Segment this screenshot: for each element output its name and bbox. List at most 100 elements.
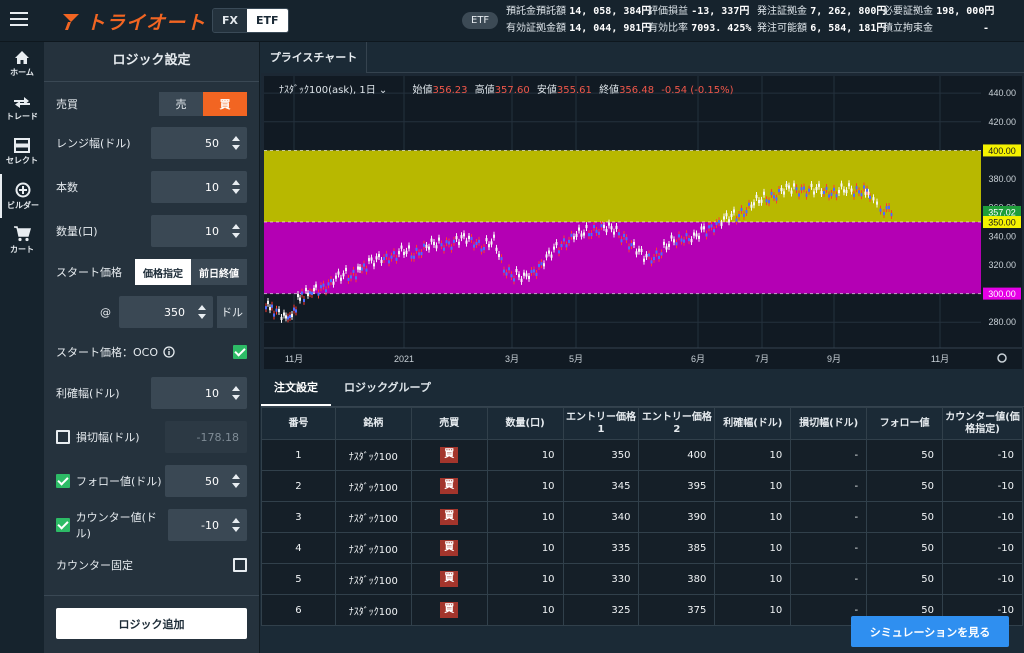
candle-body <box>307 292 309 297</box>
candle-body <box>280 316 283 321</box>
chart-svg[interactable]: 440.00420.00380.00360.00340.00320.00280.… <box>264 76 1022 369</box>
table-cell: 345 <box>562 470 640 502</box>
candle-body <box>813 191 815 195</box>
counter-stepper[interactable]: -10 <box>168 509 247 541</box>
candle-body <box>425 244 428 248</box>
candle-body <box>508 267 510 271</box>
candle-body <box>768 200 770 204</box>
candle-body <box>415 247 418 251</box>
info-icon[interactable] <box>163 346 175 358</box>
col-header[interactable]: カウンター値(価格指定) <box>942 407 1023 440</box>
stepper-arrows-icon[interactable] <box>225 134 247 152</box>
buy-badge: 買 <box>440 447 459 463</box>
range-stepper[interactable]: 50 <box>151 127 247 159</box>
sell-button[interactable]: 売 <box>159 92 203 116</box>
follow-value[interactable]: 50 <box>205 475 225 488</box>
tab-logic-group[interactable]: ロジックグループ <box>331 369 444 406</box>
tab-etf[interactable]: ETF <box>247 9 288 32</box>
chart-symbol[interactable]: ﾅｽﾀﾞｯｸ100(ask), 1日 <box>279 85 376 96</box>
col-header[interactable]: エントリー価格1 <box>562 407 640 440</box>
nav-trade[interactable]: トレード <box>0 86 44 130</box>
start-price-value[interactable]: 350 <box>164 306 191 319</box>
start-prev-close-button[interactable]: 前日終値 <box>191 259 247 285</box>
nav-builder[interactable]: ビルダー <box>0 174 44 218</box>
account-label: 積立拘束金 <box>883 23 933 34</box>
low-label: 安値 <box>536 85 557 96</box>
menu-icon[interactable] <box>10 12 28 28</box>
oco-label: スタート価格：OCO <box>56 346 158 359</box>
candle-body <box>505 272 508 276</box>
tab-price-chart[interactable]: プライスチャート <box>261 42 367 73</box>
start-fixed-price-button[interactable]: 価格指定 <box>135 259 191 285</box>
candle-body <box>450 246 453 250</box>
tp-value[interactable]: 10 <box>205 387 225 400</box>
tp-stepper[interactable]: 10 <box>151 377 247 409</box>
nav-cart[interactable]: カート <box>0 218 44 262</box>
candle-body <box>278 308 280 313</box>
col-header[interactable]: 数量(口) <box>486 407 564 440</box>
qty-stepper[interactable]: 10 <box>151 215 247 247</box>
counter-fix-row: カウンター固定 <box>56 555 247 575</box>
account-value: 14, 044, 981円 <box>569 23 652 34</box>
table-cell: ﾅｽﾀﾞｯｸ100 <box>334 594 412 626</box>
candle-body <box>352 269 355 273</box>
col-header[interactable]: 損切幅(ドル) <box>790 407 868 440</box>
stepper-arrows-icon[interactable] <box>225 222 247 240</box>
counter-fix-checkbox[interactable] <box>233 558 247 572</box>
simulation-button[interactable]: シミュレーションを見る <box>851 616 1009 647</box>
candle-body <box>869 195 871 200</box>
oco-checkbox[interactable] <box>233 345 247 359</box>
table-row[interactable]: 1 ﾅｽﾀﾞｯｸ100 買 10 350 400 10-50 -10 <box>261 439 1023 471</box>
sl-input[interactable]: -178.18 <box>165 421 247 453</box>
counter-value[interactable]: -10 <box>201 519 225 532</box>
candle-body <box>685 233 688 237</box>
range-value[interactable]: 50 <box>205 137 225 150</box>
table-cell: 335 <box>562 532 640 564</box>
col-header[interactable]: 利確幅(ドル) <box>714 407 792 440</box>
stepper-arrows-icon[interactable] <box>225 384 247 402</box>
col-header[interactable]: 売買 <box>410 407 488 440</box>
chevron-down-icon[interactable]: ⌄ <box>376 85 387 96</box>
stepper-arrows-icon[interactable] <box>225 516 247 534</box>
candle-body <box>453 239 455 243</box>
side-cell: 買 <box>410 532 488 564</box>
sl-label: 損切幅(ドル) <box>76 431 140 444</box>
nav-select[interactable]: セレクト <box>0 130 44 174</box>
start-price-stepper[interactable]: 350 <box>119 296 213 328</box>
qty-value[interactable]: 10 <box>205 225 225 238</box>
table-row[interactable]: 4 ﾅｽﾀﾞｯｸ100 買 10 335 385 10-50 -10 <box>261 532 1023 564</box>
chart-plot[interactable]: 440.00420.00380.00360.00340.00320.00280.… <box>264 76 1022 369</box>
count-stepper[interactable]: 10 <box>151 171 247 203</box>
candle-body <box>463 233 465 237</box>
sl-checkbox[interactable] <box>56 430 70 444</box>
account-value: -13, 337円 <box>691 6 750 17</box>
account-label: 預託金預託額 <box>506 6 566 17</box>
x-tick-label: 9月 <box>827 354 841 364</box>
table-row[interactable]: 3 ﾅｽﾀﾞｯｸ100 買 10 340 390 10-50 -10 <box>261 501 1023 533</box>
counter-checkbox[interactable] <box>56 518 70 532</box>
col-header[interactable]: 番号 <box>261 407 336 440</box>
table-cell: 325 <box>562 594 640 626</box>
tab-fx[interactable]: FX <box>213 9 247 32</box>
buy-button[interactable]: 買 <box>203 92 247 116</box>
col-header[interactable]: フォロー値 <box>866 407 944 440</box>
count-value[interactable]: 10 <box>205 181 225 194</box>
stepper-arrows-icon[interactable] <box>225 178 247 196</box>
table-cell: 2 <box>261 470 336 502</box>
stepper-arrows-icon[interactable] <box>191 303 213 321</box>
table-row[interactable]: 5 ﾅｽﾀﾞｯｸ100 買 10 330 380 10-50 -10 <box>261 563 1023 595</box>
market-pill[interactable]: ETF <box>462 12 499 29</box>
table-row[interactable]: 2 ﾅｽﾀﾞｯｸ100 買 10 345 395 10-50 -10 <box>261 470 1023 502</box>
stepper-arrows-icon[interactable] <box>225 472 247 490</box>
add-logic-button[interactable]: ロジック追加 <box>56 608 247 639</box>
col-header[interactable]: 銘柄 <box>334 407 412 440</box>
follow-stepper[interactable]: 50 <box>165 465 247 497</box>
table-cell: 340 <box>562 501 640 533</box>
nav-home[interactable]: ホーム <box>0 42 44 86</box>
follow-checkbox[interactable] <box>56 474 70 488</box>
tab-order-settings[interactable]: 注文設定 <box>261 369 331 406</box>
col-header[interactable]: エントリー価格2 <box>638 407 716 440</box>
candle-body <box>643 258 645 262</box>
logo[interactable]: トライオート <box>60 8 206 34</box>
table-cell: -10 <box>942 532 1023 564</box>
